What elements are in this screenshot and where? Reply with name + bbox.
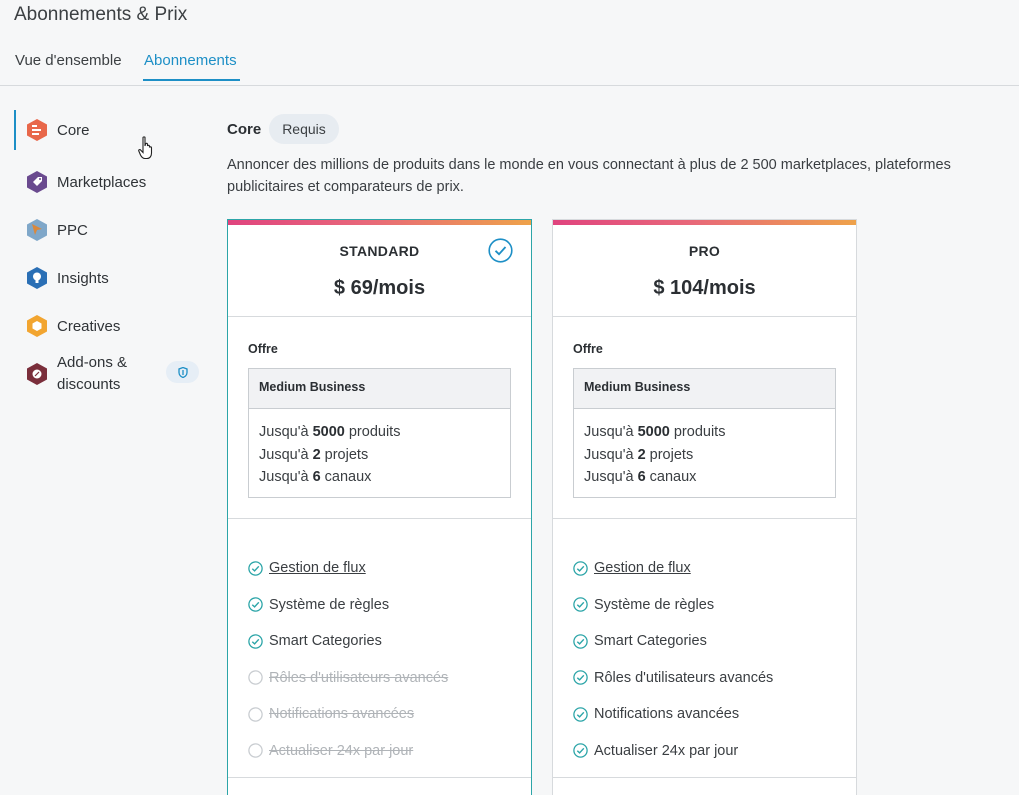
percent-icon xyxy=(27,363,47,385)
offer-label: Offre xyxy=(248,342,278,356)
sidebar-item-marketplaces[interactable]: Marketplaces xyxy=(14,158,204,206)
lightbulb-icon xyxy=(27,267,47,289)
limit-projects: Jusqu'à 2 projets xyxy=(584,446,694,463)
feature-item: Actualiser 24x par jour xyxy=(248,733,448,770)
offer-tier: Medium Business xyxy=(574,369,835,409)
limit-channels: Jusqu'à 6 canaux xyxy=(259,469,372,485)
feature-label: Smart Categories xyxy=(594,633,707,650)
card-accent-bar xyxy=(553,220,856,225)
empty-circle-icon xyxy=(248,670,263,685)
feature-label: Actualiser 24x par jour xyxy=(594,742,739,759)
sidebar-item-creatives[interactable]: Creatives xyxy=(14,302,204,350)
limit-channels: Jusqu'à 6 canaux xyxy=(584,469,697,485)
check-circle-icon xyxy=(573,634,588,649)
plan-name: PRO xyxy=(688,243,721,259)
required-badge: Requis xyxy=(269,114,339,144)
page-title: Abonnements & Prix xyxy=(14,4,188,25)
divider xyxy=(553,518,856,519)
limit-products: Jusqu'à 5000 produits xyxy=(259,424,401,440)
plan-price: $ 69/mois xyxy=(333,277,426,299)
check-circle-icon xyxy=(573,743,588,758)
empty-circle-icon xyxy=(248,707,263,722)
feature-list: Gestion de flux Système de règles Smart Ca… xyxy=(248,550,448,769)
section-title: Core xyxy=(227,120,262,138)
tab-bar: Vue d'ensemble Abonnements xyxy=(0,48,1019,86)
feature-item: Actualiser 24x par jour xyxy=(573,733,773,770)
check-circle-icon xyxy=(248,561,263,576)
check-circle-icon xyxy=(248,634,263,649)
feature-label: Rôles d'utilisateurs avancés xyxy=(269,669,449,686)
section-header: Core Requis xyxy=(227,114,339,144)
sidebar-item-insights[interactable]: Insights xyxy=(14,254,204,302)
feature-item[interactable]: Gestion de flux xyxy=(248,550,448,587)
feature-label: Actualiser 24x par jour xyxy=(269,742,414,759)
offer-box: Medium Business Jusqu'à 5000 produits Ju… xyxy=(248,368,511,498)
tab-overview[interactable]: Vue d'ensemble xyxy=(15,52,122,81)
feature-label: Système de règles xyxy=(269,596,390,613)
check-circle-icon xyxy=(573,561,588,576)
feature-item: Smart Categories xyxy=(248,623,448,660)
offer-label: Offre xyxy=(573,342,603,356)
feature-label: Smart Categories xyxy=(269,633,382,650)
divider xyxy=(228,518,531,519)
plan-name: STANDARD xyxy=(339,243,420,259)
plan-price: $ 104/mois xyxy=(653,277,756,299)
sidebar-item-core[interactable]: Core xyxy=(14,110,204,150)
cursor-arrow-icon xyxy=(27,219,47,241)
sidebar-item-ppc[interactable]: PPC xyxy=(14,206,204,254)
empty-circle-icon xyxy=(248,743,263,758)
tag-icon xyxy=(27,171,47,193)
core-icon xyxy=(27,119,47,141)
plan-card-pro[interactable]: PRO $ 104/mois Offre Medium Business Jus… xyxy=(552,219,857,795)
offer-limits: Jusqu'à 5000 produits Jusqu'à 2 projets … xyxy=(249,409,510,501)
plan-card-standard[interactable]: STANDARD $ 69/mois Offre Medium Business… xyxy=(227,219,532,795)
sidebar-item-label: Creatives xyxy=(57,317,121,335)
card-accent-bar xyxy=(228,220,531,225)
feature-label[interactable]: Gestion de flux xyxy=(594,560,691,576)
divider xyxy=(228,316,531,317)
feature-item: Notifications avancées xyxy=(248,696,448,733)
limit-products: Jusqu'à 5000 produits xyxy=(584,424,726,440)
feature-item[interactable]: Gestion de flux xyxy=(573,550,773,587)
feature-item: Système de règles xyxy=(573,587,773,624)
sidebar: Core Marketplaces PPC Insights Creatives xyxy=(14,110,204,398)
divider xyxy=(553,316,856,317)
check-circle-icon xyxy=(573,597,588,612)
feature-label: Rôles d'utilisateurs avancés xyxy=(594,669,774,686)
feature-item: Notifications avancées xyxy=(573,696,773,733)
hand-pointer-icon xyxy=(138,136,153,160)
offer-limits: Jusqu'à 5000 produits Jusqu'à 2 projets … xyxy=(574,409,835,501)
limit-projects: Jusqu'à 2 projets xyxy=(259,446,369,463)
section-description: Annoncer des millions de produits dans l… xyxy=(227,157,951,195)
shield-icon xyxy=(166,361,199,383)
check-circle-icon xyxy=(248,597,263,612)
sidebar-item-addons[interactable]: Add-ons & discounts xyxy=(14,350,204,398)
check-circle-icon xyxy=(573,670,588,685)
feature-label[interactable]: Gestion de flux xyxy=(269,560,366,576)
feature-item: Système de règles xyxy=(248,587,448,624)
selected-check-icon xyxy=(488,238,513,263)
sidebar-item-label: Add-ons & discounts xyxy=(57,354,128,393)
feature-list: Gestion de flux Système de règles Smart Ca… xyxy=(573,550,773,769)
divider xyxy=(228,777,531,778)
feature-item: Rôles d'utilisateurs avancés xyxy=(248,660,448,697)
sidebar-item-label: Insights xyxy=(57,269,109,287)
sidebar-item-label: Core xyxy=(57,121,90,139)
offer-box: Medium Business Jusqu'à 5000 produits Ju… xyxy=(573,368,836,498)
check-circle-icon xyxy=(573,707,588,722)
tab-subscriptions[interactable]: Abonnements xyxy=(143,52,240,81)
feature-label: Notifications avancées xyxy=(269,706,415,723)
divider xyxy=(553,777,856,778)
sidebar-item-label: Marketplaces xyxy=(57,173,147,191)
offer-tier: Medium Business xyxy=(249,369,510,409)
feature-item: Rôles d'utilisateurs avancés xyxy=(573,660,773,697)
sidebar-item-label: PPC xyxy=(57,221,88,239)
feature-label: Système de règles xyxy=(594,596,715,613)
box-icon xyxy=(27,315,47,337)
feature-item: Smart Categories xyxy=(573,623,773,660)
feature-label: Notifications avancées xyxy=(594,706,740,723)
